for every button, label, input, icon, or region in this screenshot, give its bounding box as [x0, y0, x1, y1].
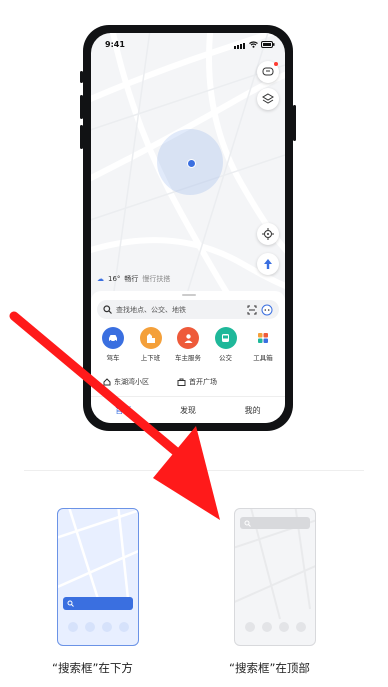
shortcut-label: 驾车 [106, 354, 120, 362]
wifi-icon [249, 40, 258, 48]
dot [84, 622, 95, 632]
shortcut-label: 上下班 [140, 354, 161, 362]
phone-mockup: 9:41 ☁ 16° 畅行 慢行扶搭 查找地点、公交、地铁 驾车 上下班 车主服… [80, 25, 296, 431]
search-icon [67, 600, 74, 607]
dot [67, 622, 78, 632]
volume-down-button [80, 125, 83, 149]
signal-icon [234, 40, 246, 49]
tab-bar: 首页 发现 我的 [91, 396, 285, 423]
tab-mine[interactable]: 我的 [245, 405, 261, 416]
place-label: 东湖湾小区 [114, 378, 149, 386]
caption-top: “搜索框”在顶部 [229, 661, 310, 675]
shortcut-commute[interactable]: 上下班 [133, 327, 169, 362]
shortcut-label: 车主服务 [175, 354, 201, 362]
locate-button[interactable] [257, 223, 279, 245]
navigation-arrow-icon [264, 259, 272, 269]
shortcut-grid: 驾车 上下班 车主服务 公交 工具箱 [95, 327, 281, 362]
traffic-status: 畅行 [124, 275, 139, 283]
message-icon [262, 67, 274, 76]
section-divider [24, 470, 364, 471]
car-owner-icon [177, 327, 199, 349]
car-icon [102, 327, 124, 349]
current-location-marker [187, 159, 196, 168]
phone-screen: 9:41 ☁ 16° 畅行 慢行扶搭 查找地点、公交、地铁 驾车 上下班 车主服… [91, 33, 285, 423]
dot [278, 622, 289, 632]
arrow-head [153, 426, 220, 520]
place-home[interactable]: 东湖湾小区 [103, 377, 149, 387]
battery-icon [261, 40, 275, 48]
home-icon [103, 378, 111, 386]
navigation-button[interactable] [257, 253, 279, 275]
saved-places: 东湖湾小区 首开广场 [103, 377, 273, 387]
status-bar: 9:41 [91, 33, 285, 55]
variant-shortcut-dots [64, 622, 132, 632]
dot [101, 622, 112, 632]
power-button [293, 105, 296, 141]
bus-icon [214, 327, 237, 349]
drag-handle[interactable] [182, 294, 196, 296]
variant-search-bar [240, 517, 310, 529]
status-time: 9:41 [105, 39, 125, 49]
shortcut-label: 公交 [219, 354, 232, 362]
scan-icon[interactable] [247, 305, 257, 315]
notification-dot [274, 62, 278, 66]
toolbox-icon [252, 327, 274, 349]
search-icon [103, 305, 112, 314]
shortcut-toolbox[interactable]: 工具箱 [245, 327, 281, 362]
page: { "status": { "time": "9:41" }, "weather… [0, 0, 388, 687]
weather-bar: ☁ 16° 畅行 慢行扶搭 [97, 274, 170, 284]
dot [118, 622, 129, 632]
status-icons [234, 40, 275, 49]
temperature: 16° [108, 275, 121, 283]
commute-icon [139, 327, 162, 349]
variant-search-top [234, 508, 316, 646]
layers-icon [262, 93, 274, 104]
shortcut-bus[interactable]: 公交 [208, 327, 244, 362]
message-button[interactable] [257, 61, 279, 83]
caption-bottom: “搜索框”在下方 [52, 661, 133, 675]
dot [295, 622, 306, 632]
tab-discover[interactable]: 发现 [180, 405, 196, 416]
shortcut-label: 工具箱 [253, 354, 273, 362]
bottom-panel: 查找地点、公交、地铁 驾车 上下班 车主服务 公交 工具箱 东湖湾小区 首开广场… [91, 291, 285, 423]
dot [244, 622, 255, 632]
place-office[interactable]: 首开广场 [177, 377, 217, 387]
office-icon [177, 378, 186, 386]
traffic-note: 慢行扶搭 [142, 275, 171, 283]
shortcut-drive[interactable]: 驾车 [95, 327, 131, 362]
variant-shortcut-dots [241, 622, 309, 632]
shortcut-car-owner[interactable]: 车主服务 [170, 327, 206, 362]
weather-icon: ☁ [97, 275, 104, 283]
mute-switch [80, 71, 83, 83]
place-label: 首开广场 [189, 378, 217, 386]
layers-button[interactable] [257, 88, 279, 110]
dot [261, 622, 272, 632]
variant-search-bottom [57, 508, 139, 646]
locate-icon [262, 228, 274, 240]
variant-search-bar [63, 597, 133, 610]
volume-up-button [80, 95, 83, 119]
search-bar[interactable]: 查找地点、公交、地铁 [97, 300, 279, 319]
voice-assistant-icon[interactable] [261, 304, 273, 316]
search-icon [244, 520, 251, 527]
search-placeholder: 查找地点、公交、地铁 [116, 305, 186, 314]
tab-home[interactable]: 首页 [115, 405, 131, 416]
